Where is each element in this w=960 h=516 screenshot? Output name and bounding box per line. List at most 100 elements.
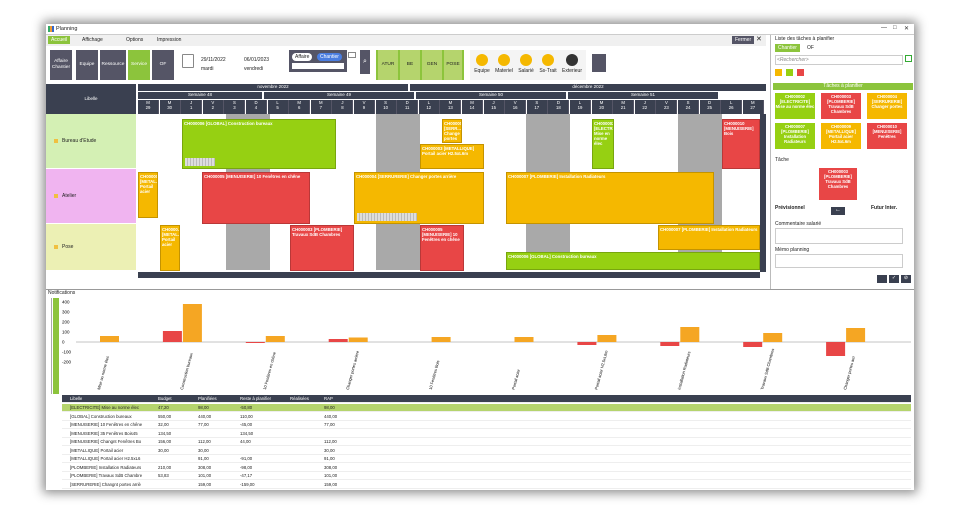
task-bar[interactable]: CH000005 [MENUISERIE] 10 Fenêtres en chê… bbox=[420, 225, 464, 271]
arrow-left-icon[interactable]: ← bbox=[831, 207, 845, 215]
task-bar[interactable]: CH000005 [SERR...] Change portes bbox=[442, 119, 462, 143]
task-bar[interactable]: CH000005 [MENUISERIE] 10 Fenêtres en chê… bbox=[202, 172, 310, 224]
menu-impression[interactable]: Impression bbox=[157, 37, 181, 43]
task-bar[interactable]: CH000006 [GLOBAL] Construction bureaux bbox=[506, 252, 760, 270]
column-header[interactable]: Reste à planifier bbox=[240, 396, 271, 401]
svc-gen[interactable]: GEN bbox=[422, 50, 442, 80]
task-card[interactable]: CH000009 [METALLIQUE] Portail acier H2.5… bbox=[821, 123, 861, 149]
menu-options[interactable]: Options bbox=[126, 37, 143, 43]
commentaire-input[interactable] bbox=[775, 228, 903, 244]
res-equipe[interactable]: Equipe bbox=[472, 52, 492, 78]
close-window-button[interactable]: ✕ bbox=[904, 25, 909, 32]
selected-task-card[interactable]: CH000003 [PLOMBERIE] Travaux SdB Chambre… bbox=[819, 168, 857, 200]
task-card[interactable]: CH000004 [SERRURERIE] Changer portes bbox=[867, 93, 907, 119]
column-header[interactable]: Planifiées bbox=[198, 396, 217, 401]
tab-of[interactable]: OF bbox=[807, 45, 814, 51]
svc-be[interactable]: BE bbox=[400, 50, 420, 80]
column-header[interactable]: Budget bbox=[158, 396, 172, 401]
fermer-button[interactable]: Fermer bbox=[732, 36, 755, 44]
save-icon[interactable] bbox=[877, 275, 887, 283]
svc-pose[interactable]: POSE bbox=[444, 50, 462, 80]
task-bar[interactable]: CH000007 [PLOMBERIE] Installation Radiat… bbox=[506, 172, 714, 224]
table-row[interactable]: [MENUISERIE] Changnt Fenêtres Bo 156,00 11… bbox=[62, 438, 911, 446]
color-filter-orange[interactable] bbox=[775, 69, 782, 76]
res-exterieur[interactable]: Exterieur bbox=[560, 52, 584, 78]
day-number: 29 bbox=[145, 105, 151, 110]
task-bar[interactable]: CH000010 [MENUISERIE] Bois bbox=[722, 119, 760, 169]
calendar-icon[interactable] bbox=[182, 54, 194, 68]
cancel-icon[interactable]: ⊘ bbox=[901, 275, 911, 283]
svc-atur[interactable]: ATUR bbox=[378, 50, 398, 80]
res-salarie[interactable]: Salarié bbox=[516, 52, 536, 78]
table-row[interactable]: [ELECTRICITE] Mise au norme élec 47,20 98,… bbox=[62, 404, 911, 412]
table-row[interactable]: [METALLIQUE] Portail acier H2.5xL6 91,00 -… bbox=[62, 455, 911, 463]
maximize-button[interactable]: □ bbox=[893, 25, 897, 31]
table-cell: [MENUISERIE] 10 Fenêtres en chêne bbox=[70, 422, 143, 427]
affaire-chantier-button[interactable]: Affaire Chantier bbox=[50, 50, 72, 80]
x-tick-label: Portail acier bbox=[511, 368, 521, 390]
column-header[interactable]: RAP bbox=[324, 396, 333, 401]
day-number: 11 bbox=[404, 105, 410, 110]
task-bar[interactable]: CH000004 [SERRURERIE] Changer portes arr… bbox=[354, 172, 484, 224]
day-header: S 17 bbox=[526, 100, 548, 114]
memo-input[interactable] bbox=[775, 254, 903, 268]
task-card[interactable]: CH000007 [PLOMBERIE] Installation Radiat… bbox=[775, 123, 815, 149]
task-bar[interactable]: CH0000... [METAL...] Portail acier bbox=[160, 225, 180, 271]
color-filter-red[interactable] bbox=[797, 69, 804, 76]
table-row[interactable]: [PLOMBERIE] Travaux SdB Chambre 53,83 101,… bbox=[62, 472, 911, 480]
table-row[interactable]: [METALLIQUE] Portail acier 30,00 30,00 30,0… bbox=[62, 447, 911, 455]
task-card[interactable]: CH000002 [ELECTRICITE] Mise au norme éle… bbox=[775, 93, 815, 119]
minimize-button[interactable]: — bbox=[881, 25, 887, 31]
task-label: CH000007 [PLOMBERIE] Installation Radiat… bbox=[660, 227, 758, 232]
horizontal-scrollbar[interactable] bbox=[138, 272, 760, 278]
task-label: CH000006 [GLOBAL] Construction bureaux bbox=[508, 254, 597, 259]
equipe-button[interactable]: Equipe bbox=[76, 50, 98, 80]
side-tab-tache-vide[interactable] bbox=[46, 298, 52, 394]
column-header[interactable]: Réalisées bbox=[290, 396, 309, 401]
task-bar[interactable]: CH000005 [METAL...] Portail acier bbox=[138, 172, 158, 218]
service-button[interactable]: Service bbox=[128, 50, 150, 80]
close-icon[interactable]: ✕ bbox=[756, 35, 762, 43]
toggle-affaire[interactable]: Affaire bbox=[292, 53, 313, 61]
more-button[interactable] bbox=[348, 52, 356, 58]
task-bar[interactable]: CH000007 [PLOMBERIE] Installation Radiat… bbox=[658, 225, 760, 250]
vertical-scrollbar[interactable] bbox=[760, 114, 766, 272]
date-to[interactable]: 06/01/2023 bbox=[244, 57, 269, 63]
tab-chantier[interactable]: Chantier bbox=[775, 44, 800, 52]
menu-accueil[interactable]: Accueil bbox=[48, 36, 71, 44]
table-row[interactable]: [GLOBAL] Construction bureaux 550,00 440,0… bbox=[62, 413, 911, 421]
task-bar[interactable]: CH000003 [METALLIQUE] Portail acier H2.5… bbox=[420, 144, 484, 169]
ressource-button[interactable]: Ressource bbox=[100, 50, 126, 80]
equipe-view-icon[interactable] bbox=[592, 54, 606, 72]
res-materiel[interactable]: Materiel bbox=[494, 52, 514, 78]
task-bar[interactable]: CH000006 [GLOBAL] Construction bureaux bbox=[182, 119, 336, 169]
color-filter-green[interactable] bbox=[786, 69, 793, 76]
side-tab-sur-occupation[interactable] bbox=[53, 298, 59, 394]
check-icon[interactable]: ✓ bbox=[889, 275, 899, 283]
day-number: 21 bbox=[620, 105, 626, 110]
table-row[interactable]: [MENUISERIE] 10 Fenêtres en chêne 32,00 77… bbox=[62, 421, 911, 429]
column-header[interactable]: Libelle bbox=[70, 396, 82, 401]
search-input[interactable] bbox=[292, 63, 344, 69]
task-card[interactable]: CH000003 [PLOMBERIE] Travaux SdB Chambre… bbox=[821, 93, 861, 119]
menu-affichage[interactable]: Affichage bbox=[82, 37, 103, 43]
table-row[interactable]: [SERRURERIE] Changnt portes arriè 159,00 -… bbox=[62, 481, 911, 489]
task-label: CH000005 [SERR...] Change portes bbox=[444, 121, 462, 141]
filter-checkbox[interactable] bbox=[905, 55, 912, 62]
table-row[interactable]: [MENUISERIE] 35 Fenêtres Bois45 134,50 134… bbox=[62, 430, 911, 438]
res-ss-trait[interactable]: Ss-Trait bbox=[538, 52, 558, 78]
search-icon[interactable]: ⌕ bbox=[360, 50, 370, 74]
task-bar[interactable]: CH000003 [PLOMBERIE] Travaux SdB Chambre… bbox=[290, 225, 354, 271]
date-from[interactable]: 29/11/2022 bbox=[201, 57, 226, 63]
table-cell: 77,00 bbox=[324, 422, 335, 427]
res-salarie-label: Salarié bbox=[518, 68, 534, 74]
day-header: L5 bbox=[267, 100, 289, 114]
table-row[interactable]: [PLOMBERIE] Installation Radiateurs 210,0… bbox=[62, 464, 911, 472]
of-button[interactable]: OF bbox=[152, 50, 174, 80]
tasks-search-input[interactable]: <Rechercher> bbox=[775, 55, 903, 65]
table-cell: [MENUISERIE] Changnt Fenêtres Bo bbox=[70, 439, 142, 444]
task-card[interactable]: CH000010 [MENUISERIE] Fenêtres bbox=[867, 123, 907, 149]
task-bar[interactable]: CH000002 [ELECTR...] Mise en norme élec bbox=[592, 119, 614, 169]
toggle-chantier[interactable]: Chantier bbox=[317, 53, 342, 61]
day-header: M7 bbox=[310, 100, 332, 114]
